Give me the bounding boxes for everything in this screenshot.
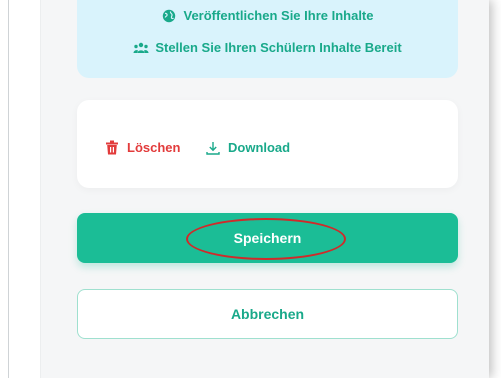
side-rail: [9, 0, 40, 378]
info-publish-text: Veröffentlichen Sie Ihre Inhalte: [183, 8, 374, 23]
trash-icon: [106, 140, 118, 155]
users-icon: [133, 41, 149, 55]
info-card: Veröffentlichen Sie Ihre Inhalte Stellen…: [77, 0, 458, 78]
save-label: Speichern: [233, 230, 302, 246]
download-button[interactable]: Download: [206, 140, 290, 155]
download-label: Download: [228, 140, 291, 155]
cancel-label: Abbrechen: [230, 306, 305, 322]
globe-icon: [162, 9, 176, 23]
panel-frame: Veröffentlichen Sie Ihre Inhalte Stellen…: [0, 0, 489, 378]
content-area: Veröffentlichen Sie Ihre Inhalte Stellen…: [40, 0, 489, 378]
cancel-button[interactable]: Abbrechen: [77, 289, 458, 339]
download-icon: [206, 141, 220, 155]
delete-button[interactable]: Löschen: [105, 140, 180, 155]
info-share-row: Stellen Sie Ihren Schülern Inhalte Berei…: [77, 40, 458, 55]
actions-card: Löschen Download: [77, 100, 458, 188]
save-button[interactable]: Speichern: [77, 213, 458, 263]
delete-label: Löschen: [127, 140, 181, 155]
info-publish-row: Veröffentlichen Sie Ihre Inhalte: [77, 8, 458, 23]
info-share-text: Stellen Sie Ihren Schülern Inhalte Berei…: [155, 40, 402, 55]
